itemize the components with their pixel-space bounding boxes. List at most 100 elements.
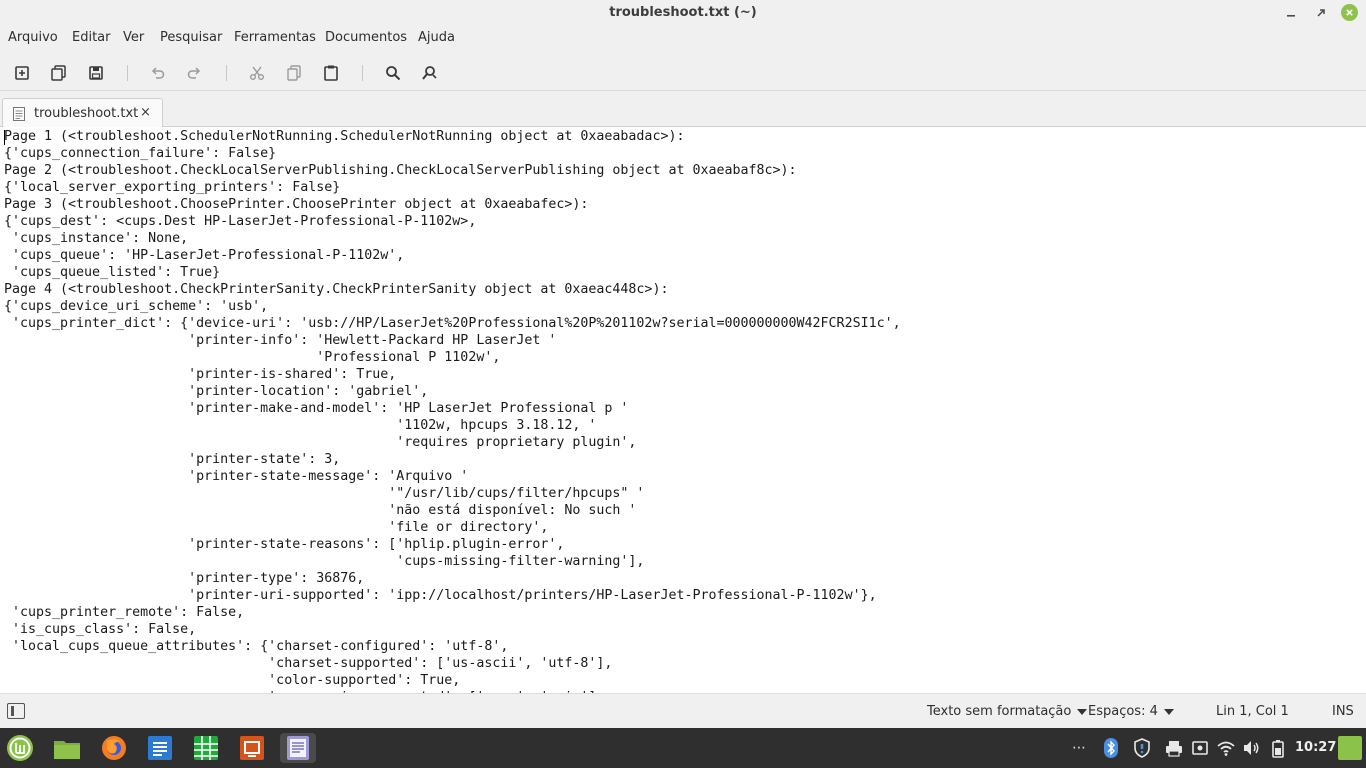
editor-line: 'printer-is-shared': True, <box>4 367 397 382</box>
text-editor-area[interactable]: Page 1 (<troubleshoot.SchedulerNotRunnin… <box>0 127 1366 693</box>
editor-line: {'cups_connection_failure': False} <box>4 146 277 161</box>
taskbar-files[interactable] <box>52 733 82 763</box>
toolbar-separator <box>226 65 227 81</box>
text-editor-icon <box>287 736 309 760</box>
syntax-selector[interactable]: Texto sem formatação <box>927 704 1088 719</box>
taskbar-firefox[interactable] <box>99 733 129 763</box>
indent-selector[interactable]: Espaços: 4 <box>1088 704 1174 719</box>
close-window-button[interactable] <box>1341 4 1358 21</box>
volume-icon[interactable] <box>1241 738 1261 758</box>
minimize-button[interactable] <box>1282 4 1300 22</box>
editor-line: 'cups_printer_dict': {'device-uri': 'usb… <box>4 316 901 331</box>
status-bar: Texto sem formatação Espaços: 4 Lin 1, C… <box>0 693 1366 728</box>
battery-icon[interactable] <box>1268 738 1288 758</box>
copy-button[interactable] <box>284 63 304 83</box>
search-button[interactable] <box>383 63 403 83</box>
chevron-down-icon <box>1163 708 1174 715</box>
new-document-button[interactable] <box>12 63 32 83</box>
toolbar-separator <box>362 65 363 81</box>
impress-icon <box>240 736 264 760</box>
tab-troubleshoot[interactable]: troubleshoot.txt × <box>2 98 163 128</box>
editor-line: {'local_server_exporting_printers': Fals… <box>4 180 341 195</box>
taskbar-text-editor[interactable] <box>280 733 316 763</box>
update-shield-icon[interactable] <box>1132 738 1152 758</box>
editor-line: 'file or directory', <box>4 520 549 535</box>
editor-line: '1102w, hpcups 3.18.12, ' <box>4 418 597 433</box>
menu-ferramentas[interactable]: Ferramentas <box>234 30 316 45</box>
side-panel-toggle-icon[interactable] <box>7 703 25 719</box>
firefox-icon <box>102 736 126 760</box>
show-desktop-button[interactable] <box>1338 736 1362 760</box>
bluetooth-icon[interactable] <box>1101 738 1121 758</box>
cut-button[interactable] <box>247 63 267 83</box>
editor-line: 'printer-uri-supported': 'ipp://localhos… <box>4 588 877 603</box>
editor-line: 'requires proprietary plugin', <box>4 435 637 450</box>
wifi-icon[interactable] <box>1216 738 1236 758</box>
open-button[interactable] <box>49 63 69 83</box>
screenshot-icon[interactable] <box>1190 738 1210 758</box>
redo-button[interactable] <box>184 63 204 83</box>
editor-line: 'color-supported': True, <box>4 673 461 688</box>
printer-icon[interactable] <box>1164 738 1184 758</box>
save-button[interactable] <box>86 63 106 83</box>
new-document-icon <box>15 66 29 80</box>
find-replace-icon <box>422 66 437 80</box>
taskbar: ⋯ 10:27 <box>0 728 1366 768</box>
maximize-button[interactable] <box>1312 4 1330 22</box>
editor-line: Page 2 (<troubleshoot.CheckLocalServerPu… <box>4 163 797 178</box>
clipboard-icon <box>324 65 338 81</box>
editor-line: Page 1 (<troubleshoot.SchedulerNotRunnin… <box>4 129 685 144</box>
taskbar-impress[interactable] <box>237 733 267 763</box>
tab-label: troubleshoot.txt <box>34 106 139 121</box>
more-tray-icon[interactable]: ⋯ <box>1069 738 1089 758</box>
editor-line: 'printer-state': 3, <box>4 452 341 467</box>
open-icon <box>51 65 66 81</box>
menu-arquivo[interactable]: Arquivo <box>8 30 58 45</box>
menu-bar: Arquivo Editar Ver Pesquisar Ferramentas… <box>0 27 1366 51</box>
editor-line: 'is_cups_class': False, <box>4 622 197 637</box>
insert-mode[interactable]: INS <box>1332 704 1354 719</box>
document-tab-bar: troubleshoot.txt × <box>0 96 1366 128</box>
files-icon <box>54 741 80 759</box>
menu-documentos[interactable]: Documentos <box>325 30 407 45</box>
taskbar-writer[interactable] <box>145 733 175 763</box>
editor-line: {'cups_dest': <cups.Dest HP-LaserJet-Pro… <box>4 214 477 229</box>
copy-icon <box>287 65 301 81</box>
syntax-label: Texto sem formatação <box>927 704 1072 719</box>
chevron-down-icon <box>1077 708 1088 715</box>
indent-label: Espaços: 4 <box>1088 704 1158 719</box>
menu-ajuda[interactable]: Ajuda <box>418 30 455 45</box>
search-icon <box>386 66 401 81</box>
editor-line: 'cups_instance': None, <box>4 231 189 246</box>
paste-button[interactable] <box>321 63 341 83</box>
menu-editar[interactable]: Editar <box>72 30 111 45</box>
taskbar-calc[interactable] <box>191 733 221 763</box>
menu-pesquisar[interactable]: Pesquisar <box>160 30 222 45</box>
save-icon <box>89 66 103 80</box>
editor-line: {'cups_device_uri_scheme': 'usb', <box>4 299 269 314</box>
text-file-icon <box>13 107 25 121</box>
restore-icon <box>1317 9 1325 17</box>
undo-button[interactable] <box>148 63 168 83</box>
scissors-icon <box>250 66 264 80</box>
editor-line: '"/usr/lib/cups/filter/hpcups" ' <box>4 486 645 501</box>
title-bar: troubleshoot.txt (~) <box>0 0 1366 27</box>
mint-menu-button[interactable] <box>5 733 35 763</box>
editor-line: Page 4 (<troubleshoot.CheckPrinterSanity… <box>4 282 669 297</box>
editor-line: Page 3 (<troubleshoot.ChoosePrinter.Choo… <box>4 197 589 212</box>
toolbar <box>0 55 1366 91</box>
tab-close-button[interactable]: × <box>140 105 151 120</box>
editor-content[interactable]: Page 1 (<troubleshoot.SchedulerNotRunnin… <box>4 128 901 693</box>
search-replace-button[interactable] <box>420 63 440 83</box>
editor-line: 'Professional P 1102w', <box>4 350 501 365</box>
editor-line: 'cups_queue': 'HP-LaserJet-Professional-… <box>4 248 405 263</box>
editor-line: 'printer-info': 'Hewlett-Packard HP Lase… <box>4 333 557 348</box>
cursor-position: Lin 1, Col 1 <box>1216 704 1289 719</box>
close-icon <box>1346 9 1353 16</box>
clock[interactable]: 10:27 <box>1295 740 1336 755</box>
menu-ver[interactable]: Ver <box>123 30 144 45</box>
editor-line: 'printer-make-and-model': 'HP LaserJet P… <box>4 401 629 416</box>
editor-line: 'printer-type': 36876, <box>4 571 365 586</box>
editor-line: 'charset-supported': ['us-ascii', 'utf-8… <box>4 656 613 671</box>
calc-icon <box>194 736 218 760</box>
